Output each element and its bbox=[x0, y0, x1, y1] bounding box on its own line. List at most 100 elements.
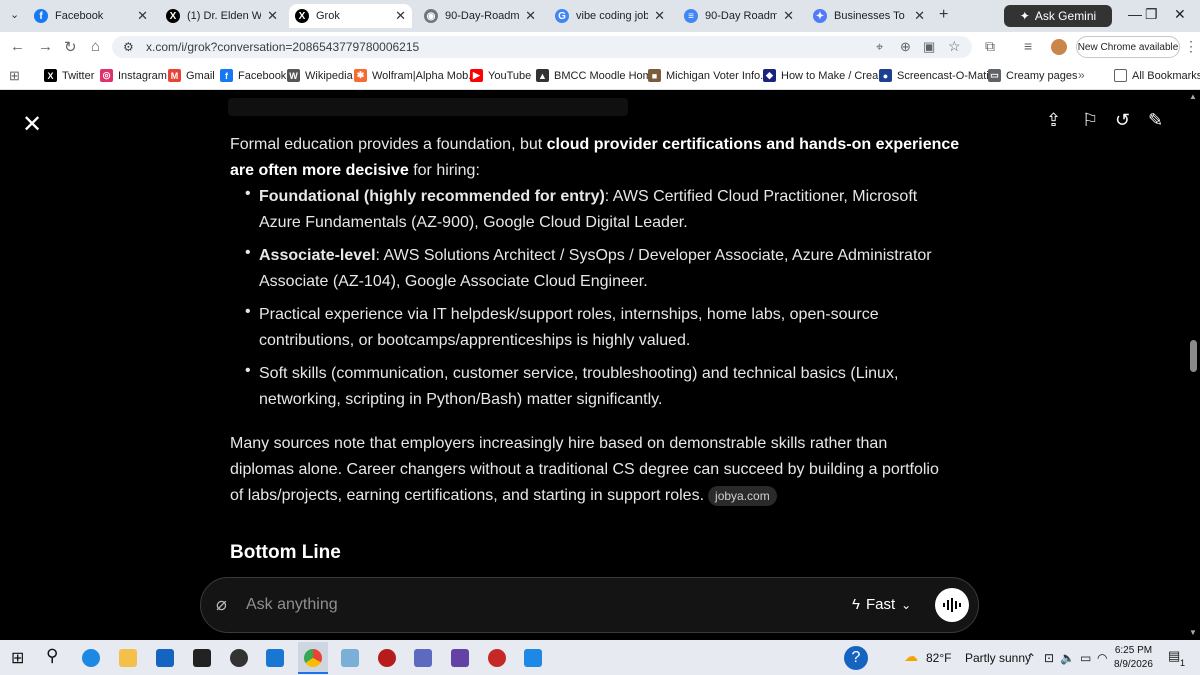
edit-icon[interactable]: ✎ bbox=[1148, 110, 1163, 131]
media-icon[interactable]: ≡ bbox=[1024, 38, 1032, 54]
bookmark-item[interactable]: ▭ Creamy pages bbox=[988, 69, 1078, 82]
all-bookmarks[interactable]: All Bookmarks bbox=[1114, 69, 1200, 82]
outlook-icon[interactable] bbox=[156, 649, 174, 667]
bookmark-item[interactable]: f Facebook bbox=[220, 69, 286, 82]
bookmark-item[interactable]: ▶ YouTube bbox=[470, 69, 531, 82]
attach-icon[interactable]: ⌀ bbox=[216, 594, 227, 615]
url-text[interactable]: x.com/i/grok?conversation=20865437797800… bbox=[146, 40, 419, 54]
zoom-icon[interactable]: ⊕ bbox=[900, 39, 911, 55]
bookmark-item[interactable]: ◆ How to Make / Crea... bbox=[763, 69, 887, 82]
menu-kebab-icon[interactable]: ⋮ bbox=[1184, 38, 1198, 55]
weather-temp[interactable]: 82°F bbox=[926, 651, 951, 665]
window-close-icon[interactable]: ✕ bbox=[1174, 6, 1186, 23]
tab-close-icon[interactable]: ✕ bbox=[783, 8, 794, 24]
list-item: Foundational (highly recommended for ent… bbox=[259, 184, 959, 236]
tab[interactable]: X (1) Dr. Elden Wayne ✕ bbox=[160, 4, 284, 28]
edge-icon[interactable] bbox=[82, 649, 100, 667]
gemini-icon: ✦ bbox=[813, 9, 827, 23]
bookmark-item[interactable]: ■ Michigan Voter Info... bbox=[648, 69, 769, 82]
extensions-icon[interactable]: ⧉ bbox=[985, 38, 995, 55]
forward-icon[interactable]: → bbox=[38, 38, 53, 55]
file-explorer-icon[interactable] bbox=[119, 649, 137, 667]
back-icon[interactable]: ← bbox=[10, 38, 25, 55]
power-icon[interactable]: ▭ bbox=[1080, 651, 1091, 665]
share-icon[interactable]: ⇪ bbox=[1046, 110, 1061, 131]
home-icon[interactable]: ⌂ bbox=[91, 38, 100, 55]
close-icon[interactable]: ✕ bbox=[22, 110, 42, 139]
scrollbar-thumb[interactable] bbox=[1190, 340, 1197, 372]
bookmark-item[interactable]: ✱ Wolfram|Alpha Mob... bbox=[354, 69, 477, 82]
tab-close-icon[interactable]: ✕ bbox=[914, 8, 925, 24]
facebook-icon: f bbox=[34, 9, 48, 23]
ask-input[interactable]: Ask anything bbox=[246, 596, 338, 614]
app-blue-icon[interactable] bbox=[266, 649, 284, 667]
tray-chevron-icon[interactable]: ⌃ bbox=[1026, 651, 1036, 665]
source-chip[interactable]: jobya.com bbox=[708, 486, 777, 506]
scroll-up-icon[interactable]: ▲ bbox=[1189, 92, 1197, 101]
profile-avatar[interactable] bbox=[1051, 39, 1067, 55]
vscode-icon[interactable] bbox=[524, 649, 542, 667]
bookmark-item[interactable]: X Twitter bbox=[44, 69, 94, 82]
tab-close-icon[interactable]: ✕ bbox=[395, 8, 406, 24]
network-icon[interactable]: ⊡ bbox=[1044, 651, 1054, 665]
mode-label: Fast bbox=[865, 596, 896, 613]
wifi-icon[interactable]: ◠ bbox=[1097, 651, 1107, 665]
bookmark-item[interactable]: M Gmail bbox=[168, 69, 215, 82]
bookmark-item[interactable]: W Wikipedia bbox=[287, 69, 353, 82]
tab-close-icon[interactable]: ✕ bbox=[267, 8, 278, 24]
search-icon[interactable]: ⚲ bbox=[46, 646, 58, 666]
ask-gemini-label: Ask Gemini bbox=[1034, 9, 1097, 23]
voice-mode-button[interactable] bbox=[935, 588, 969, 622]
start-icon[interactable]: ⊞ bbox=[11, 648, 24, 668]
site-info-icon[interactable]: ⚙ bbox=[123, 40, 134, 54]
help-icon[interactable]: ? bbox=[844, 646, 868, 670]
volume-icon[interactable]: 🔈 bbox=[1060, 651, 1075, 665]
notes-icon[interactable] bbox=[341, 649, 359, 667]
ask-gemini-button[interactable]: ✦ Ask Gemini bbox=[1004, 5, 1112, 27]
apps-grid-icon[interactable]: ⊞ bbox=[9, 68, 20, 84]
clock-date: 8/9/2026 bbox=[1114, 659, 1153, 670]
tab-close-icon[interactable]: ✕ bbox=[525, 8, 536, 24]
github-icon: ◉ bbox=[424, 9, 438, 23]
new-tab-button[interactable]: + bbox=[939, 6, 948, 24]
tab[interactable]: ≡ 90-Day Roadmap t ✕ bbox=[678, 4, 800, 28]
tab[interactable]: ✦ Businesses To Start ✕ bbox=[807, 4, 931, 28]
tab-title: Facebook bbox=[55, 10, 104, 22]
location-icon[interactable]: ⌖ bbox=[876, 39, 883, 55]
chrome-icon[interactable] bbox=[298, 642, 328, 674]
clock[interactable]: 6:25 PM 8/9/2026 bbox=[1114, 644, 1153, 672]
minimize-icon[interactable]: — bbox=[1128, 6, 1142, 22]
history-icon[interactable]: ↺ bbox=[1115, 110, 1130, 131]
tab[interactable]: ◉ 90-Day-Roadmap-t ✕ bbox=[418, 4, 542, 28]
notification-icon[interactable]: ▤ bbox=[1168, 648, 1180, 664]
tripadvisor-icon[interactable] bbox=[230, 649, 248, 667]
bookmark-star-icon[interactable]: ☆ bbox=[948, 38, 961, 55]
bookmark-item[interactable]: ◎ Instagram bbox=[100, 69, 167, 82]
tab-close-icon[interactable]: ✕ bbox=[654, 8, 665, 24]
amazon-icon[interactable] bbox=[193, 649, 211, 667]
tab[interactable]: f Facebook ✕ bbox=[28, 4, 154, 28]
cast-icon[interactable]: ▣ bbox=[923, 39, 935, 55]
tab[interactable]: X Grok ✕ bbox=[289, 4, 412, 28]
bookmark-item[interactable]: ▲ BMCC Moodle Hom... bbox=[536, 69, 661, 82]
twitch-icon[interactable] bbox=[451, 649, 469, 667]
howto-icon: ◆ bbox=[763, 69, 776, 82]
new-chrome-button[interactable]: New Chrome available bbox=[1076, 36, 1180, 58]
tab[interactable]: Gvibe coding jobs re ✕ bbox=[549, 4, 671, 28]
restore-icon[interactable]: ❐ bbox=[1145, 6, 1158, 23]
scroll-down-icon[interactable]: ▼ bbox=[1189, 628, 1197, 637]
bookmarks-overflow-icon[interactable]: » bbox=[1078, 68, 1085, 82]
app-red-icon[interactable] bbox=[488, 649, 506, 667]
tab-search-icon[interactable]: ⌄ bbox=[10, 8, 19, 21]
app-hat-icon[interactable] bbox=[378, 649, 396, 667]
bookmark-icon[interactable]: ⚐ bbox=[1082, 110, 1098, 131]
bookmark-item[interactable]: ● Screencast-O-Matic bbox=[879, 69, 994, 82]
bullet-dot: • bbox=[245, 244, 251, 261]
weather-desc[interactable]: Partly sunny bbox=[965, 651, 1031, 665]
tab-close-icon[interactable]: ✕ bbox=[137, 8, 148, 24]
app-game-icon[interactable] bbox=[414, 649, 432, 667]
instagram-icon: ◎ bbox=[100, 69, 113, 82]
reload-icon[interactable]: ↻ bbox=[64, 38, 77, 56]
mode-selector[interactable]: ϟ Fast ⌄ bbox=[852, 596, 911, 613]
weather-icon[interactable]: ☁ bbox=[904, 648, 918, 665]
